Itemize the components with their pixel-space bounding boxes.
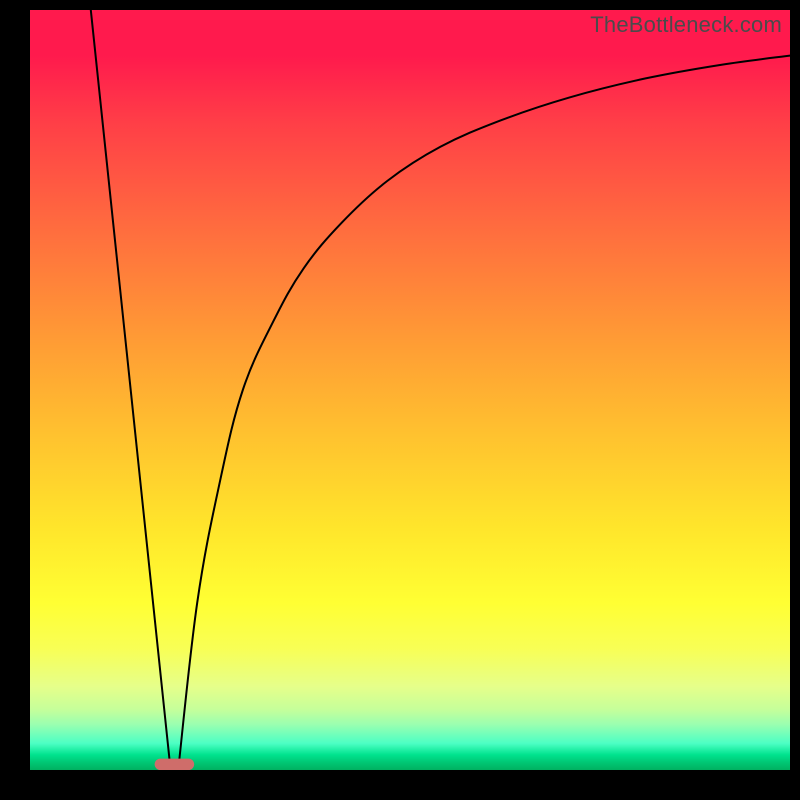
chart-svg xyxy=(30,10,790,770)
chart-frame: TheBottleneck.com xyxy=(0,0,800,800)
series-group xyxy=(91,10,790,770)
marker-group xyxy=(155,759,195,770)
series-right-curve xyxy=(178,56,790,770)
series-left-line xyxy=(91,10,171,770)
plot-area: TheBottleneck.com xyxy=(30,10,790,770)
bottom-marker xyxy=(155,759,195,770)
